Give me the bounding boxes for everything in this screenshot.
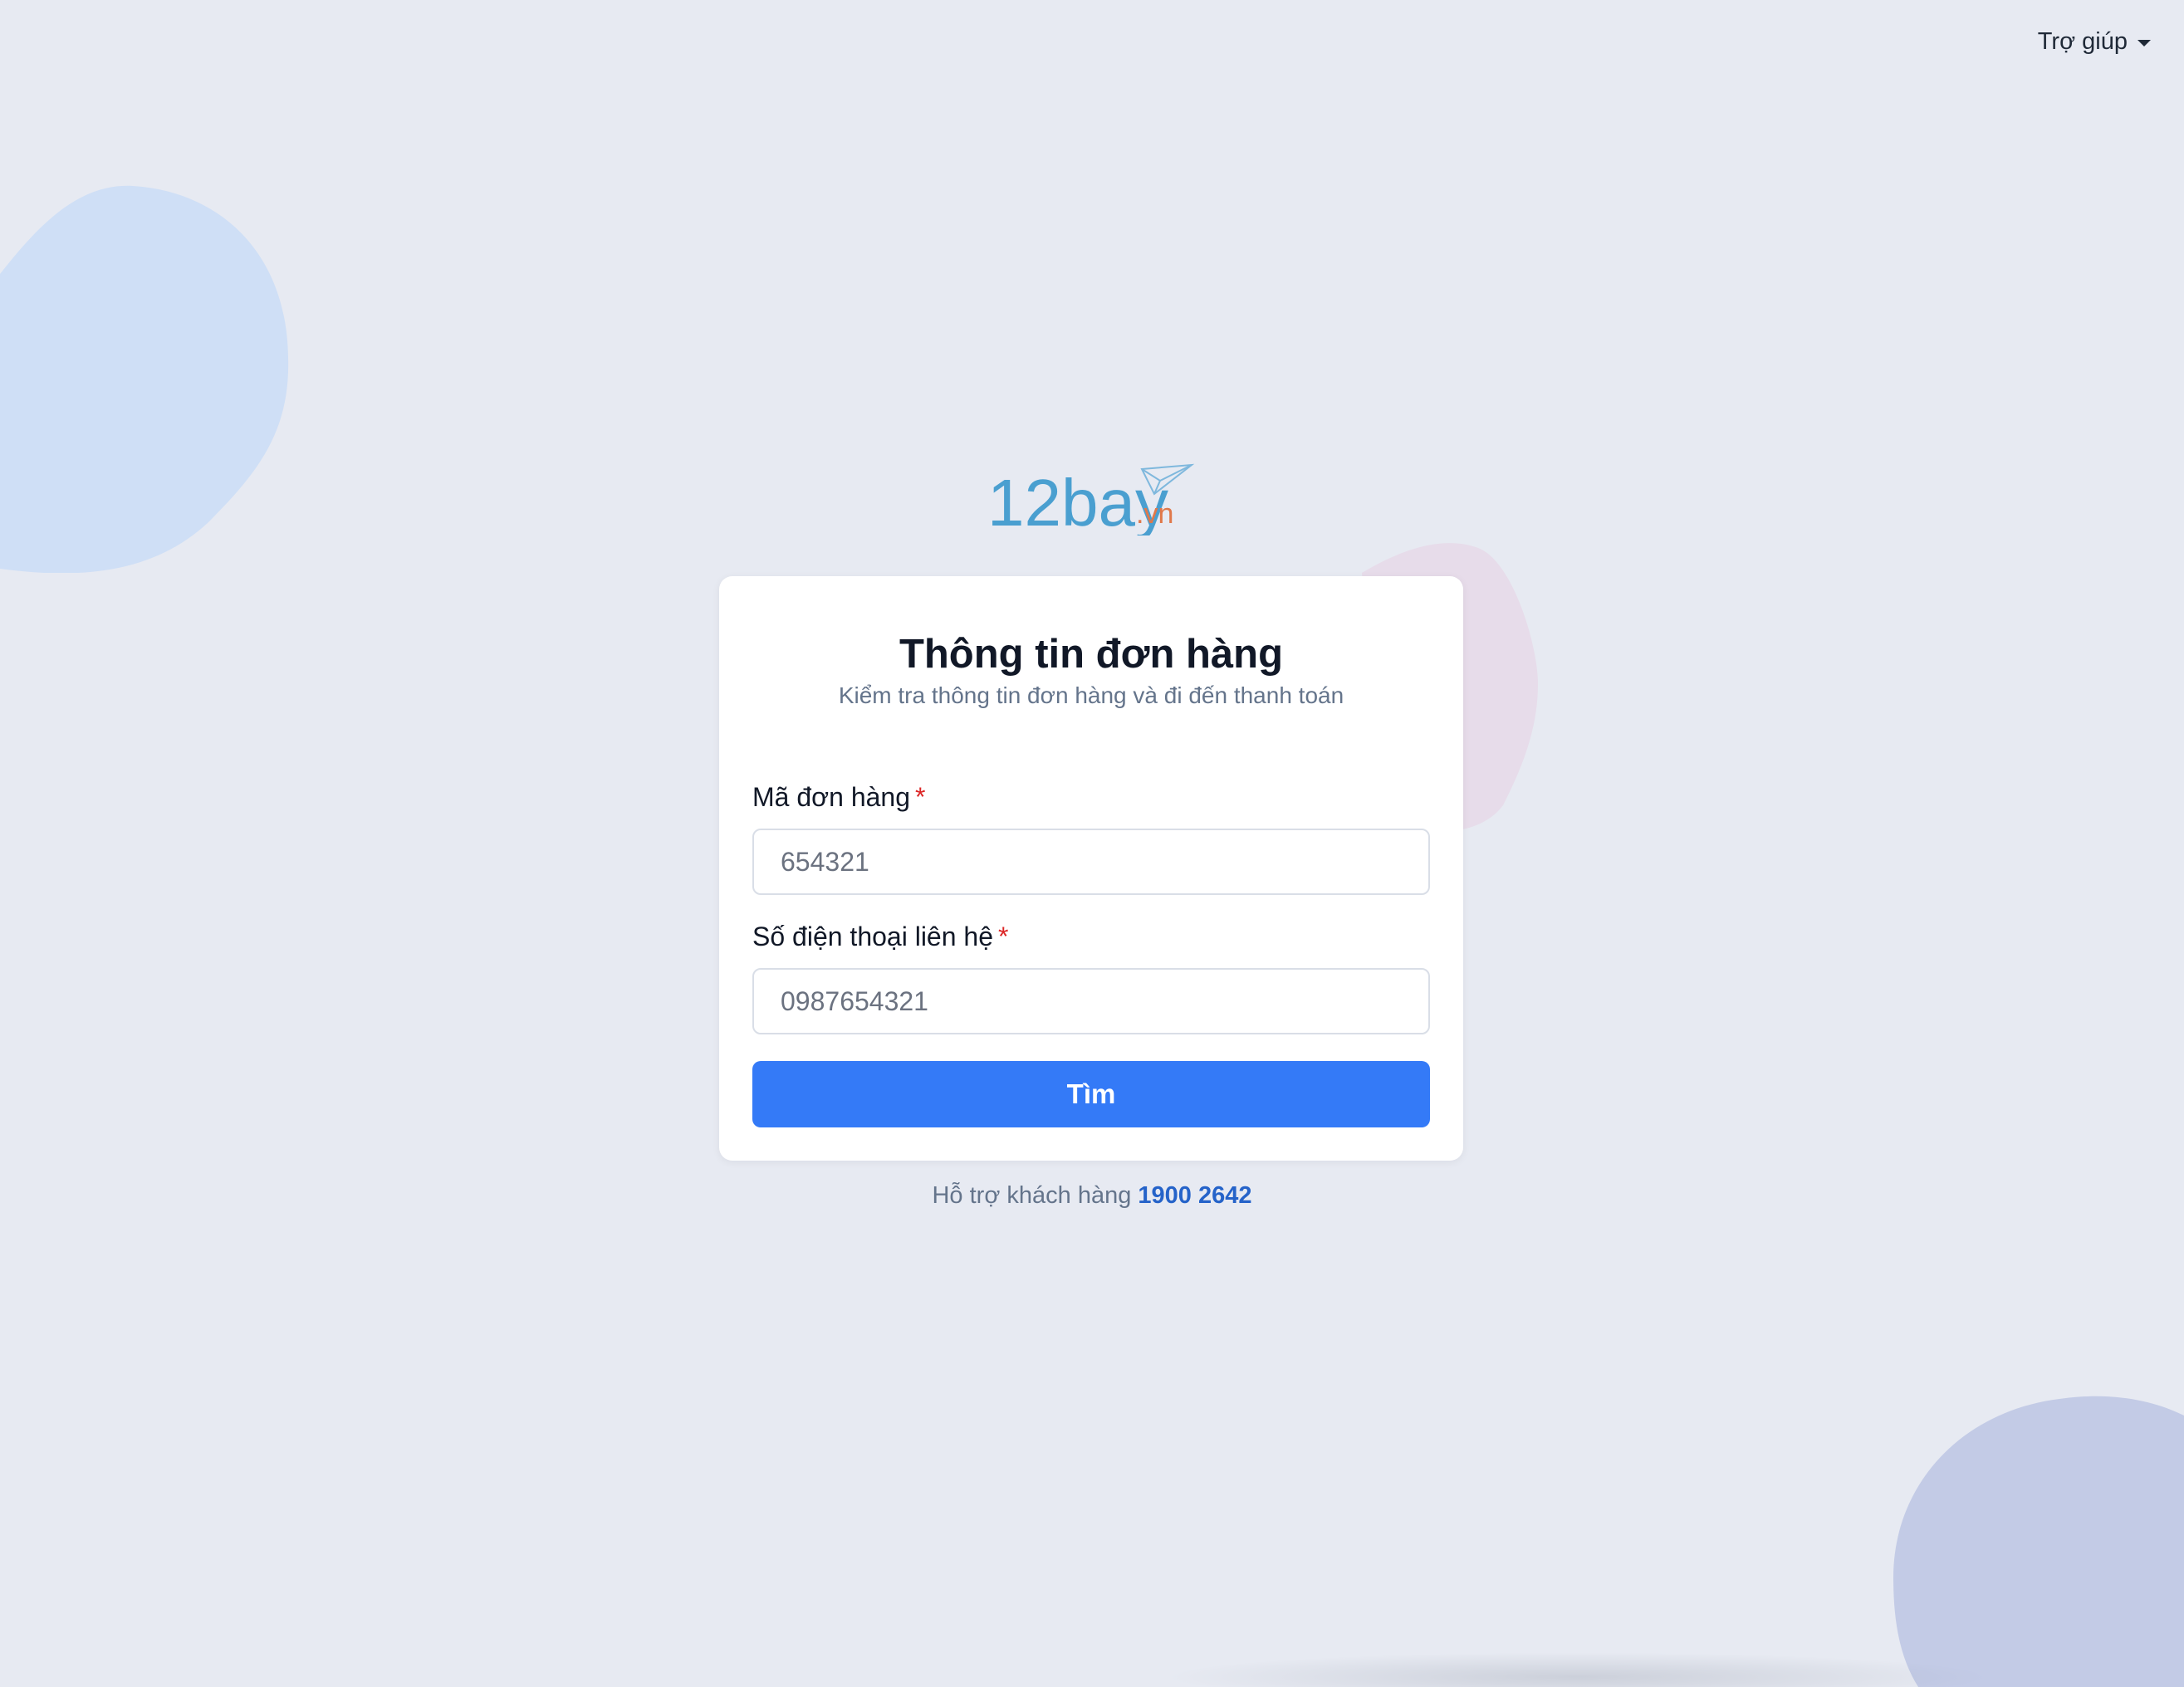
support-phone-link[interactable]: 1900 2642 bbox=[1138, 1182, 1251, 1209]
help-menu-dropdown[interactable]: Trợ giúp bbox=[2038, 28, 2151, 56]
phone-label: Số điện thoại liên hệ * bbox=[752, 922, 1008, 952]
search-button[interactable]: Tìm bbox=[752, 1061, 1430, 1127]
phone-label-text: Số điện thoại liên hệ bbox=[752, 922, 993, 951]
decorative-blob-blue bbox=[0, 185, 289, 573]
chevron-down-icon bbox=[2137, 39, 2151, 46]
order-lookup-card: Thông tin đơn hàng Kiểm tra thông tin đơ… bbox=[719, 576, 1463, 1161]
help-menu-label: Trợ giúp bbox=[2037, 28, 2128, 55]
brand-logo: 12bay .vn bbox=[987, 463, 1195, 535]
required-mark: * bbox=[998, 922, 1009, 951]
required-mark: * bbox=[915, 782, 926, 812]
page-title: Thông tin đơn hàng bbox=[899, 632, 1284, 677]
order-code-label: Mã đơn hàng * bbox=[752, 782, 925, 813]
customer-support: Hỗ trợ khách hàng 1900 2642 bbox=[0, 1182, 2184, 1210]
bottom-shadow bbox=[1163, 1652, 1993, 1687]
phone-input[interactable] bbox=[752, 968, 1430, 1034]
decorative-blob-indigo bbox=[1893, 1396, 2184, 1687]
support-text: Hỗ trợ khách hàng bbox=[932, 1182, 1132, 1209]
page-subtitle: Kiểm tra thông tin đơn hàng và đi đến th… bbox=[838, 682, 1344, 708]
order-code-label-text: Mã đơn hàng bbox=[752, 782, 910, 812]
order-code-input[interactable] bbox=[752, 829, 1430, 895]
logo-suffix-text: .vn bbox=[1136, 498, 1173, 530]
